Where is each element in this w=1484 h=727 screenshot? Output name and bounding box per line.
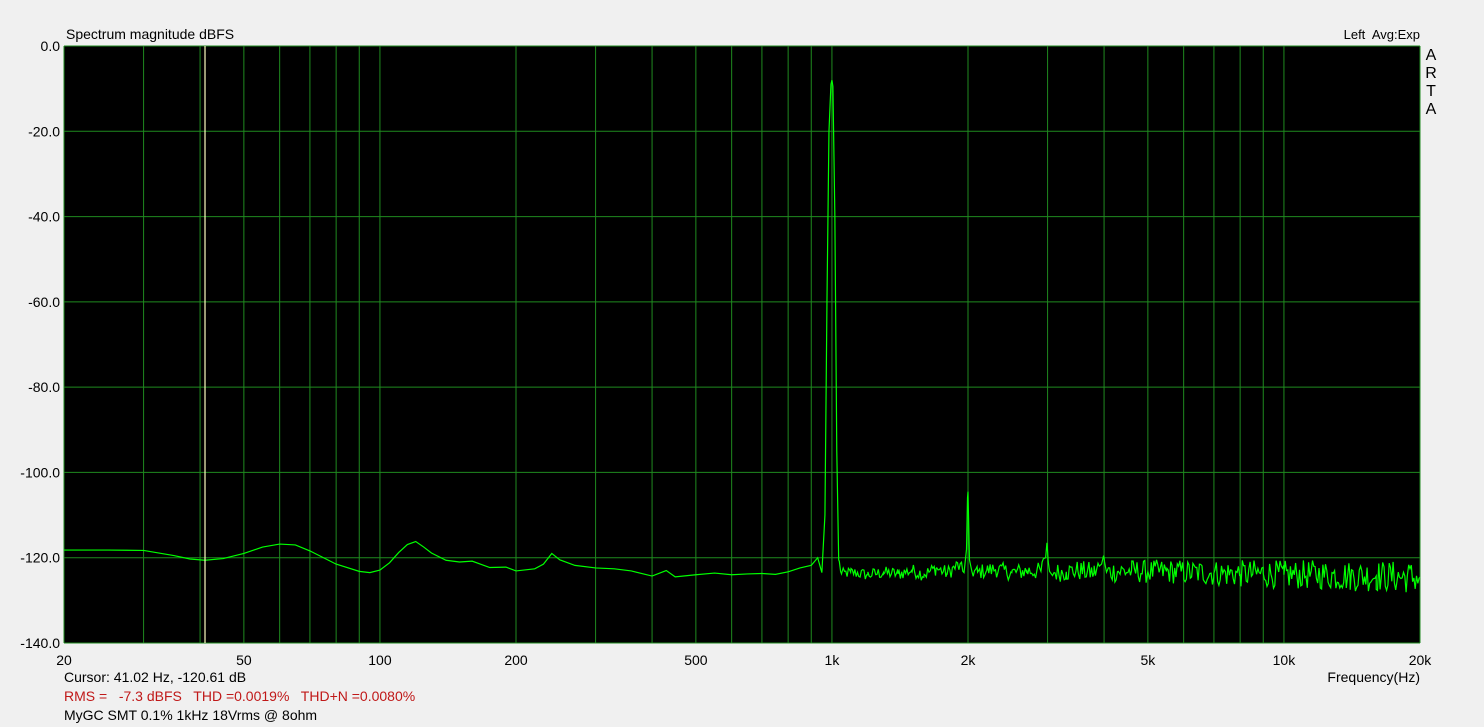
- cursor-readout: Cursor: 41.02 Hz, -120.61 dB: [64, 669, 247, 685]
- y-tick-label: -100.0: [20, 464, 60, 480]
- x-axis-ticks: 20 50 100 200 500 1k 2k 5k 10k 20k: [56, 652, 1432, 668]
- spectrum-chart[interactable]: 0.0 -20.0 -40.0 -60.0 -80.0 -100.0 -120.0 -140.…: [0, 0, 1484, 727]
- brand-letter: A: [1425, 101, 1437, 118]
- x-tick-label: 2k: [961, 652, 977, 668]
- chart-title: Spectrum magnitude dBFS: [66, 26, 235, 42]
- brand-letter: A: [1425, 47, 1437, 64]
- brand-letter: R: [1425, 65, 1437, 82]
- x-axis-label: Frequency(Hz): [1327, 669, 1420, 685]
- brand-logo: ARTA: [1424, 47, 1438, 119]
- y-tick-label: -20.0: [28, 123, 60, 139]
- y-tick-label: -120.0: [20, 550, 60, 566]
- channel-label: Left: [1343, 27, 1366, 42]
- y-tick-label: -60.0: [28, 294, 60, 310]
- x-tick-label: 20k: [1409, 652, 1433, 668]
- averaging-label: Avg:Exp: [1371, 27, 1420, 42]
- x-tick-label: 10k: [1273, 652, 1297, 668]
- x-tick-label: 1k: [825, 652, 841, 668]
- y-tick-label: -40.0: [28, 209, 60, 225]
- y-tick-label: -140.0: [20, 635, 60, 651]
- plot-area[interactable]: [64, 46, 1420, 643]
- measurement-note: MyGC SMT 0.1% 1kHz 18Vrms @ 8ohm: [64, 707, 318, 723]
- x-tick-label: 100: [368, 652, 392, 668]
- x-tick-label: 5k: [1140, 652, 1156, 668]
- y-axis-ticks: 0.0 -20.0 -40.0 -60.0 -80.0 -100.0 -120.0 -140.…: [20, 38, 60, 651]
- x-tick-label: 20: [56, 652, 72, 668]
- y-tick-label: 0.0: [41, 38, 61, 54]
- x-tick-label: 500: [684, 652, 708, 668]
- x-tick-label: 50: [236, 652, 252, 668]
- channel-averaging-label: Left Avg:Exp: [1344, 27, 1420, 43]
- x-tick-label: 200: [504, 652, 528, 668]
- y-tick-label: -80.0: [28, 379, 60, 395]
- measurement-stats: RMS = -7.3 dBFS THD =0.0019% THD+N =0.00…: [64, 688, 416, 704]
- brand-letter: T: [1426, 83, 1436, 100]
